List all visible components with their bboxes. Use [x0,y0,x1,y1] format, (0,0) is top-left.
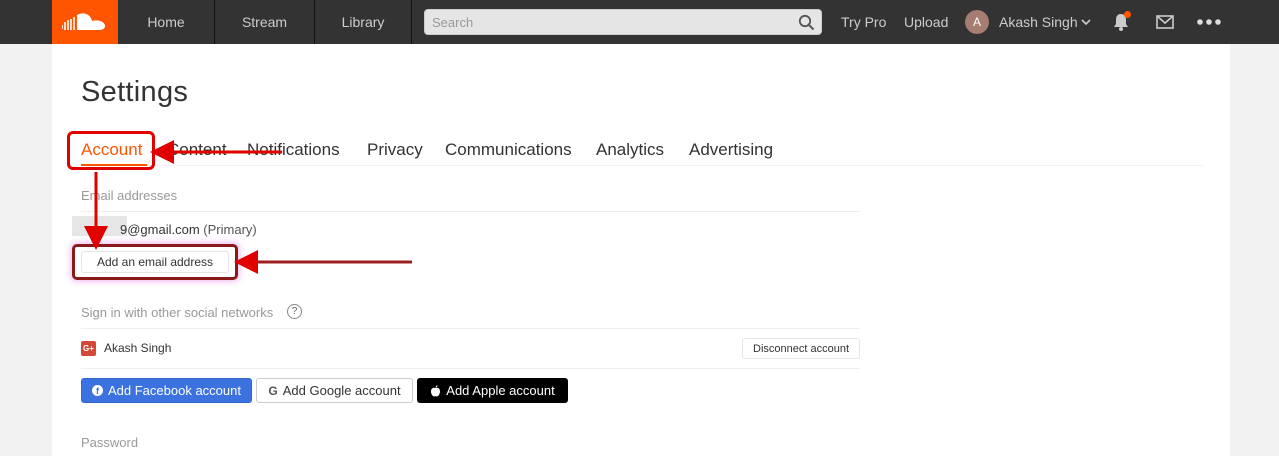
soundcloud-logo-icon [62,13,105,30]
social-section-label: Sign in with other social networks [81,305,274,320]
tab-communications[interactable]: Communications [445,140,572,160]
add-facebook-label: Add Facebook account [108,383,241,398]
user-name[interactable]: Akash Singh [999,0,1078,44]
divider [81,328,860,329]
nav-home[interactable]: Home [118,0,215,44]
nav-stream[interactable]: Stream [215,0,315,44]
tab-advertising[interactable]: Advertising [689,140,773,160]
help-icon[interactable]: ? [287,304,302,319]
email-address-row: 9@gmail.com (Primary) [120,222,257,237]
page-title: Settings [81,76,189,108]
tab-privacy[interactable]: Privacy [367,140,423,160]
account-tab-highlight [67,131,155,170]
email-section-label: Email addresses [81,188,178,203]
add-apple-button[interactable]: Add Apple account [417,378,568,403]
disconnect-account-button[interactable]: Disconnect account [742,338,860,359]
divider [81,211,860,212]
connected-account-name: Akash Singh [104,341,172,355]
search-icon[interactable] [798,14,815,31]
apple-icon [431,384,441,396]
redacted-email-prefix [72,216,127,236]
tab-notifications[interactable]: Notifications [247,140,340,160]
notification-dot [1124,11,1131,18]
add-email-highlight [72,244,238,280]
mail-icon[interactable] [1156,15,1174,29]
search-input[interactable] [425,10,785,34]
add-google-button[interactable]: G Add Google account [256,378,413,403]
nav-library[interactable]: Library [315,0,412,44]
google-icon: G [268,383,278,398]
chevron-down-icon[interactable] [1080,16,1092,28]
google-plus-icon: G+ [81,341,96,356]
email-address: 9@gmail.com [120,222,200,237]
add-facebook-button[interactable]: f Add Facebook account [81,378,252,403]
facebook-icon: f [92,385,103,396]
soundcloud-logo[interactable] [52,0,118,44]
try-pro-link[interactable]: Try Pro [841,0,886,44]
add-apple-label: Add Apple account [446,383,555,398]
avatar[interactable]: A [965,10,989,34]
settings-tabs: Account Content Notifications Privacy Co… [81,140,1203,166]
divider [81,368,860,369]
add-google-label: Add Google account [282,383,401,398]
more-icon[interactable] [1197,19,1221,25]
search-bar [424,9,822,35]
tab-content[interactable]: Content [167,140,227,160]
upload-link[interactable]: Upload [904,0,948,44]
tab-analytics[interactable]: Analytics [596,140,664,160]
password-section-label: Password [81,435,139,450]
primary-tag: (Primary) [203,222,257,237]
top-nav-bar: Home Stream Library Try Pro Upload A Aka… [0,0,1279,44]
